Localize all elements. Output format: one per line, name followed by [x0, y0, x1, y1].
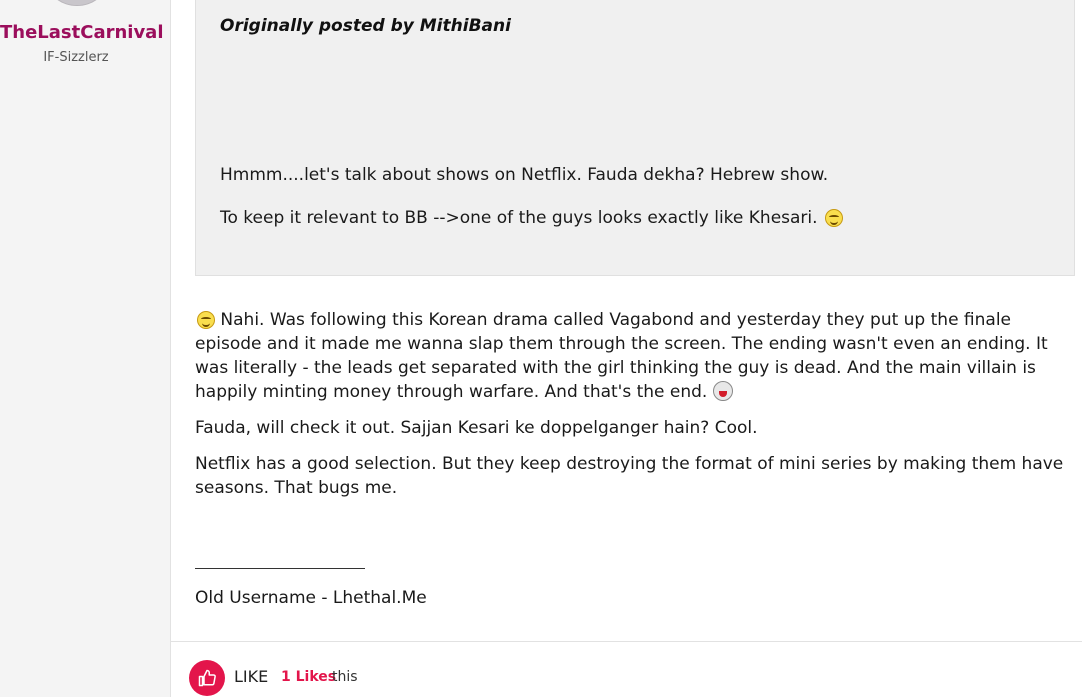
laugh-icon: [712, 381, 733, 401]
smiley-icon: [824, 209, 843, 227]
post-paragraph: Fauda, will check it out. Sajjan Kesari …: [195, 418, 758, 438]
like-button[interactable]: [189, 660, 225, 696]
author-rank: IF-Sizzlerz: [43, 50, 109, 65]
post-paragraph: Netflix has a good selection. But they k…: [195, 454, 1064, 498]
post-body: Nahi. Was following this Korean drama ca…: [195, 308, 1070, 512]
smiley-icon: [197, 311, 215, 329]
like-label[interactable]: LIKE: [234, 667, 268, 686]
quote-line: Hmmm....let's talk about shows on Netfli…: [220, 165, 829, 185]
signature-text: Old Username - Lhethal.Me: [195, 588, 427, 608]
likes-suffix: this: [332, 669, 358, 685]
likes-count[interactable]: 1 Likes: [281, 669, 336, 685]
quote-block: Originally posted by MithiBani Hmmm....l…: [195, 0, 1075, 276]
avatar[interactable]: [48, 0, 106, 6]
quote-line: To keep it relevant to BB -->one of the …: [220, 208, 843, 228]
signature-divider: [195, 568, 365, 569]
author-username[interactable]: TheLastCarnival: [0, 22, 164, 43]
author-sidebar: TheLastCarnival IF-Sizzlerz: [0, 0, 171, 697]
quote-header: Originally posted by MithiBani: [220, 16, 511, 36]
thumbs-up-icon: [198, 669, 216, 687]
footer-divider: [171, 641, 1082, 642]
post-paragraph: Nahi. Was following this Korean drama ca…: [195, 310, 1048, 402]
